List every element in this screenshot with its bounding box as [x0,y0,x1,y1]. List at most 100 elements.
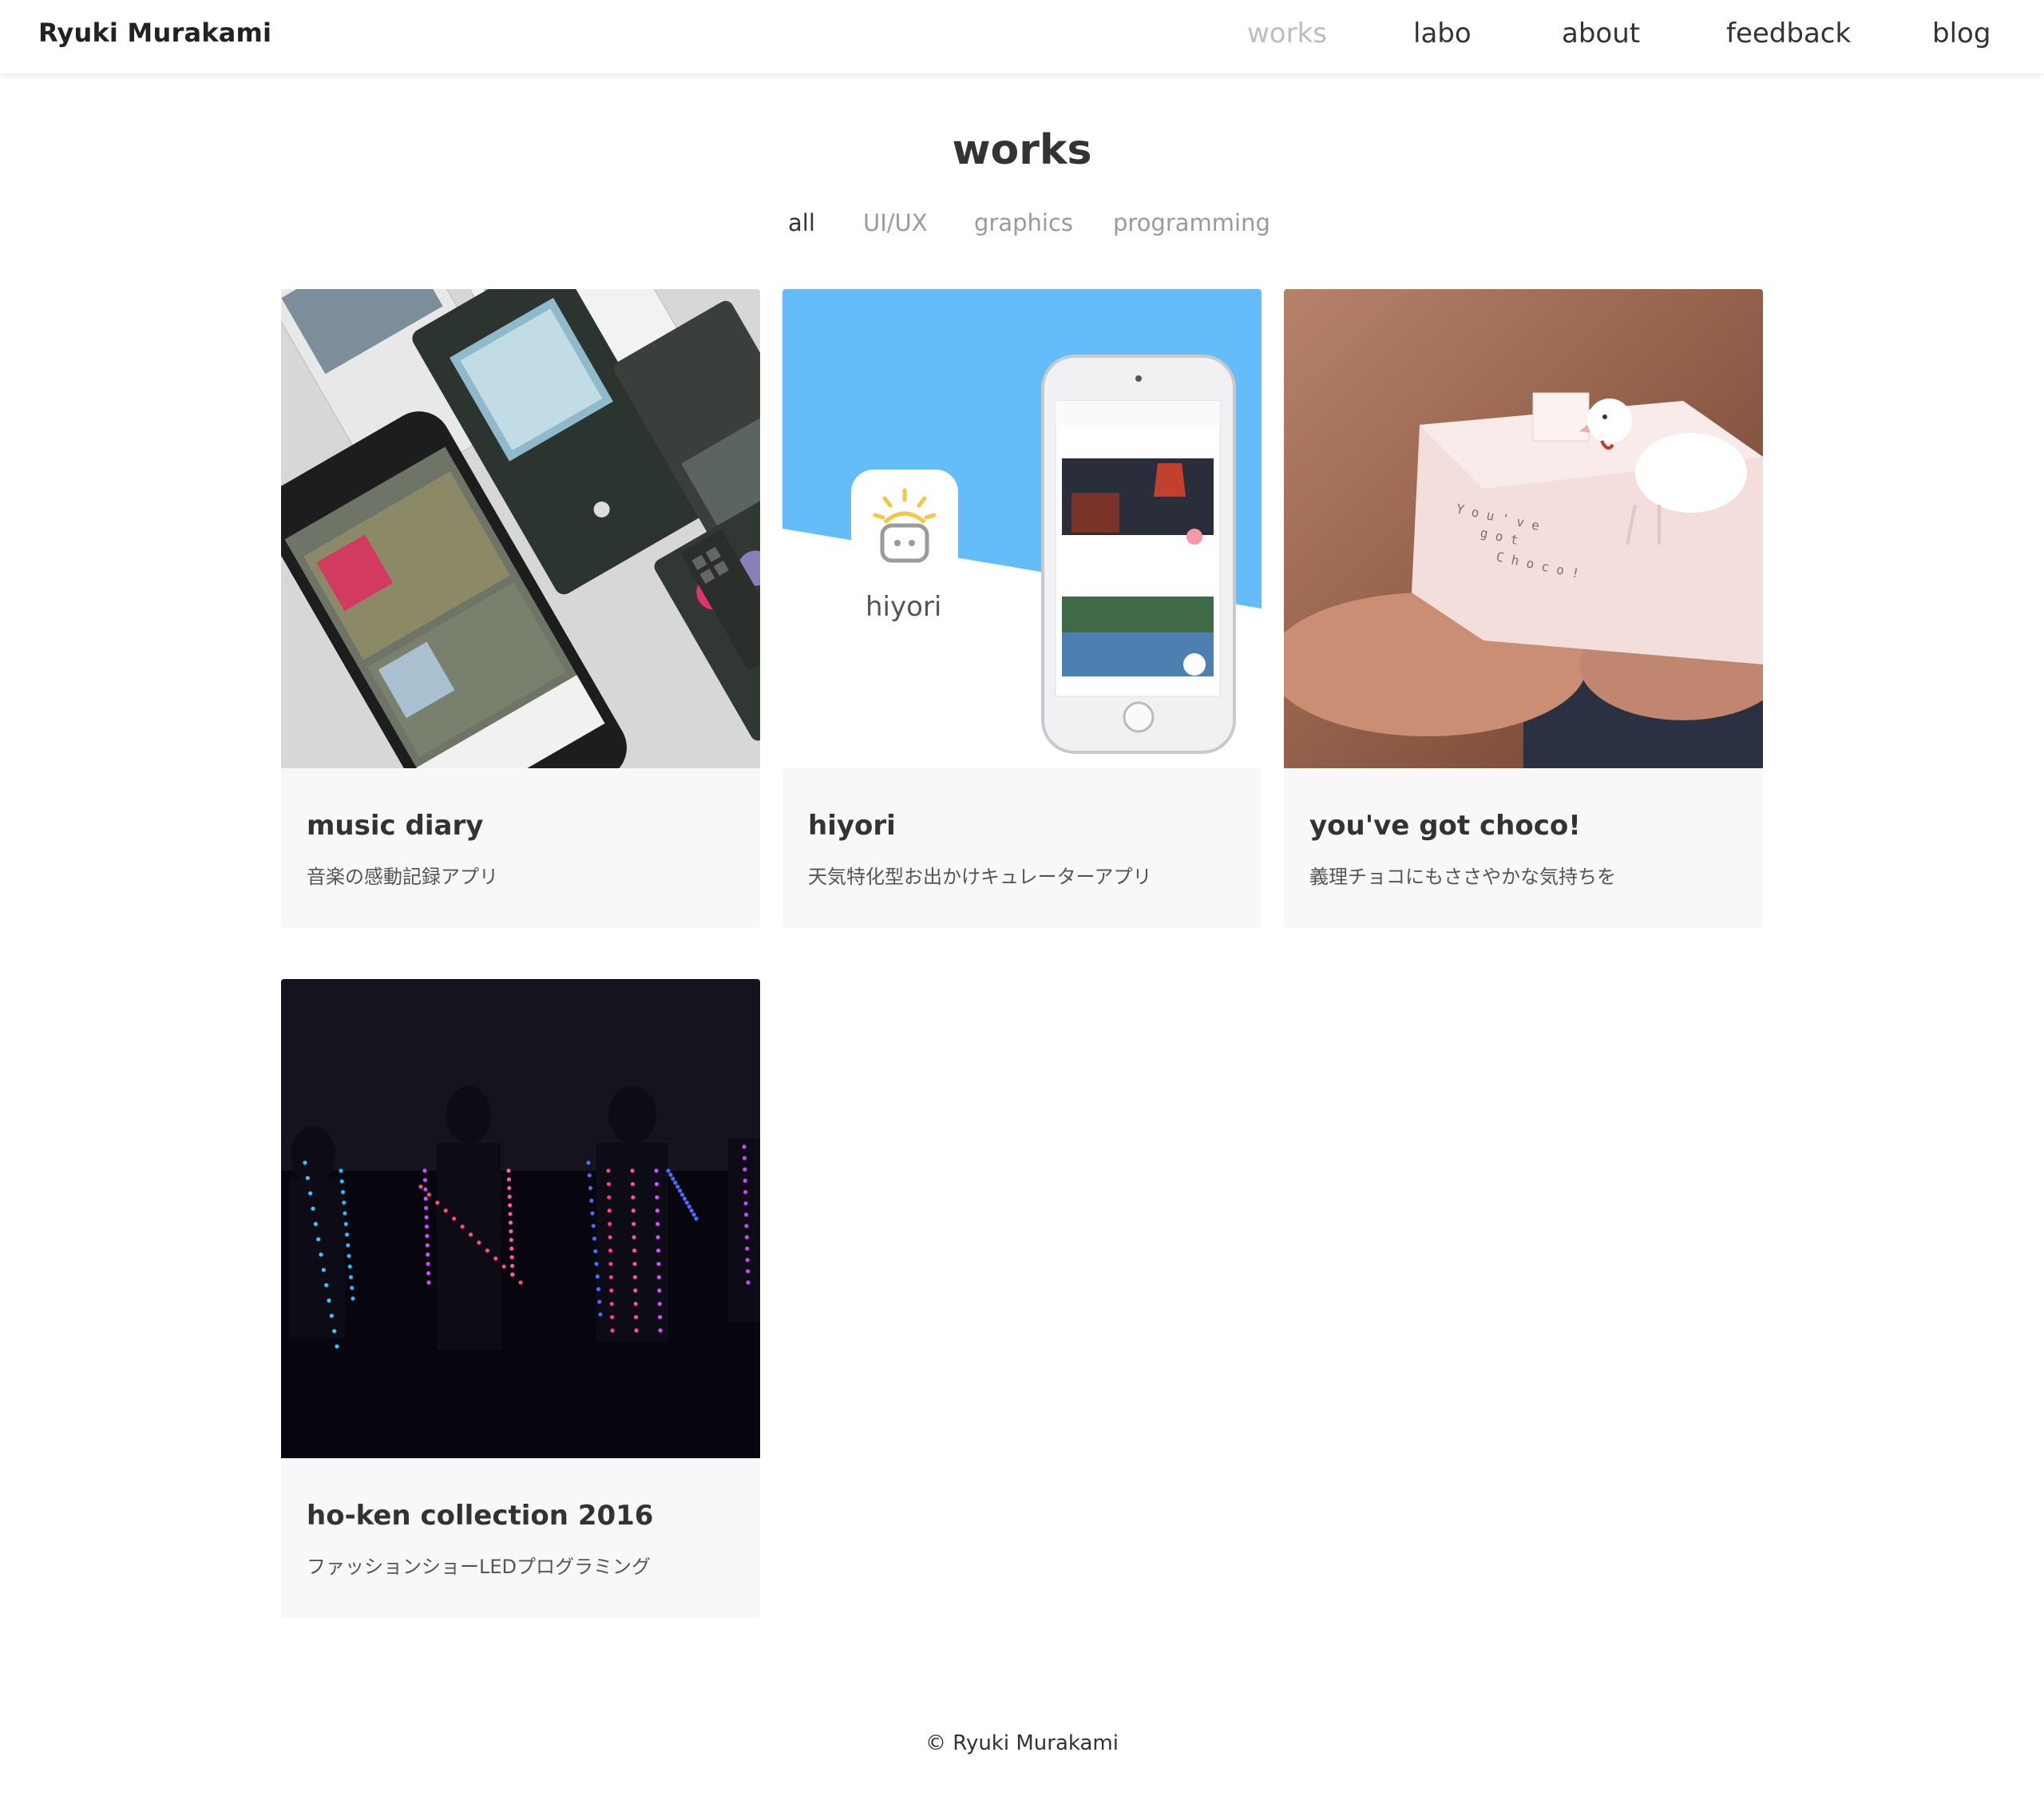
work-card-music-diary[interactable]: music diary 音楽の感動記録アプリ [281,289,760,928]
led-dot [675,1184,680,1189]
led-dot [743,1190,748,1195]
led-dot [592,1236,597,1241]
led-dot [609,1314,615,1319]
work-title: you've got choco! [1309,810,1581,842]
work-card-ho-ken-collection-2016[interactable]: ho-ken collection 2016 ファッションショーLEDプログラミ… [281,979,760,1618]
work-title: music diary [307,810,484,842]
work-card-youve-got-choco[interactable]: Y o u ' v e g o t C h o c o ! you've got… [1284,289,1763,928]
filter-all[interactable]: all [788,209,815,236]
led-dot [335,1344,339,1349]
led-dot [423,1196,428,1201]
led-dot [507,1186,512,1191]
led-dot [745,1246,750,1251]
led-dot [742,1156,747,1160]
work-subtitle: 音楽の感動記録アプリ [307,866,498,888]
led-dot [656,1262,661,1267]
led-dot [630,1168,635,1173]
led-dot [593,1249,598,1254]
nav-feedback[interactable]: feedback [1726,18,1851,50]
led-dot [595,1274,600,1279]
led-dot [633,1302,638,1306]
filter-uiux[interactable]: UI/UX [863,209,928,236]
nav-blog[interactable]: blog [1932,18,1991,50]
led-dot [656,1248,661,1253]
work-title: ho-ken collection 2016 [307,1500,654,1532]
led-dot [598,1312,603,1317]
led-dot [460,1224,465,1229]
led-dot [632,1275,637,1279]
led-dot [591,1223,596,1228]
led-dot [346,1243,351,1247]
page-title: works [952,126,1092,174]
led-dot [597,1299,602,1304]
led-dot [589,1198,594,1203]
led-dot [666,1168,671,1173]
hiyori-app-name: hiyori [866,591,942,623]
led-dot [308,1191,313,1195]
led-dot [587,1173,592,1178]
nav-about[interactable]: about [1562,18,1640,50]
led-dot [443,1208,448,1213]
led-dot [418,1184,423,1189]
led-dot [608,1262,613,1267]
led-dot [594,1262,599,1267]
led-dot [682,1196,687,1201]
led-dot [606,1182,612,1187]
site-brand-link[interactable]: Ryuki Murakami [38,18,271,48]
filter-programming[interactable]: programming [1113,209,1270,236]
led-dot [632,1222,636,1227]
led-dot [606,1168,611,1173]
led-dot [303,1160,307,1165]
led-dot [607,1195,612,1199]
ho-ken-thumbnail [281,979,760,1458]
led-dot [422,1178,428,1183]
work-card-hiyori[interactable]: hiyori hiyori 天気特化型お出かけキュレーターアプリ [782,289,1262,928]
led-dot [687,1204,691,1209]
led-dot [426,1252,430,1257]
led-dot [508,1211,513,1216]
led-dot [630,1182,636,1187]
led-dot [668,1172,673,1177]
led-dot [426,1192,432,1197]
led-dot [507,1194,512,1199]
led-dot [485,1248,489,1253]
led-dot [657,1302,662,1306]
led-dot [332,1329,337,1334]
led-dot [654,1182,660,1187]
led-dot [305,1176,310,1180]
led-dot [423,1187,428,1191]
led-dot [321,1267,326,1272]
led-dot [425,1243,430,1247]
led-dot [689,1208,694,1213]
led-dot [658,1328,663,1333]
led-dot [743,1167,747,1172]
led-dot [745,1258,750,1263]
led-dot [343,1211,347,1215]
led-dot [319,1252,323,1257]
choco-thumbnail: Y o u ' v e g o t C h o c o ! [1284,289,1763,768]
led-dot [743,1212,749,1217]
led-dot [656,1222,660,1227]
led-dot [631,1195,636,1199]
filter-graphics[interactable]: graphics [974,209,1073,236]
hiyori-thumbnail: hiyori [782,289,1262,768]
nav-labo[interactable]: labo [1413,18,1472,50]
led-dot [425,1234,430,1239]
led-dot [424,1215,429,1219]
led-dot [509,1238,513,1243]
led-dot [608,1235,612,1239]
led-dot [609,1302,614,1306]
led-dot [654,1168,659,1173]
led-dot [510,1272,515,1277]
led-dot [344,1232,350,1237]
led-dot [588,1186,593,1191]
led-dot [657,1288,662,1293]
nav-works[interactable]: works [1247,18,1327,50]
led-dot [632,1262,637,1267]
work-subtitle: ファッションショーLEDプログラミング [307,1556,652,1578]
led-dot [633,1314,639,1319]
led-dot [633,1288,638,1293]
led-dot [477,1240,481,1245]
led-dot [608,1275,613,1279]
led-dot [339,1168,343,1173]
